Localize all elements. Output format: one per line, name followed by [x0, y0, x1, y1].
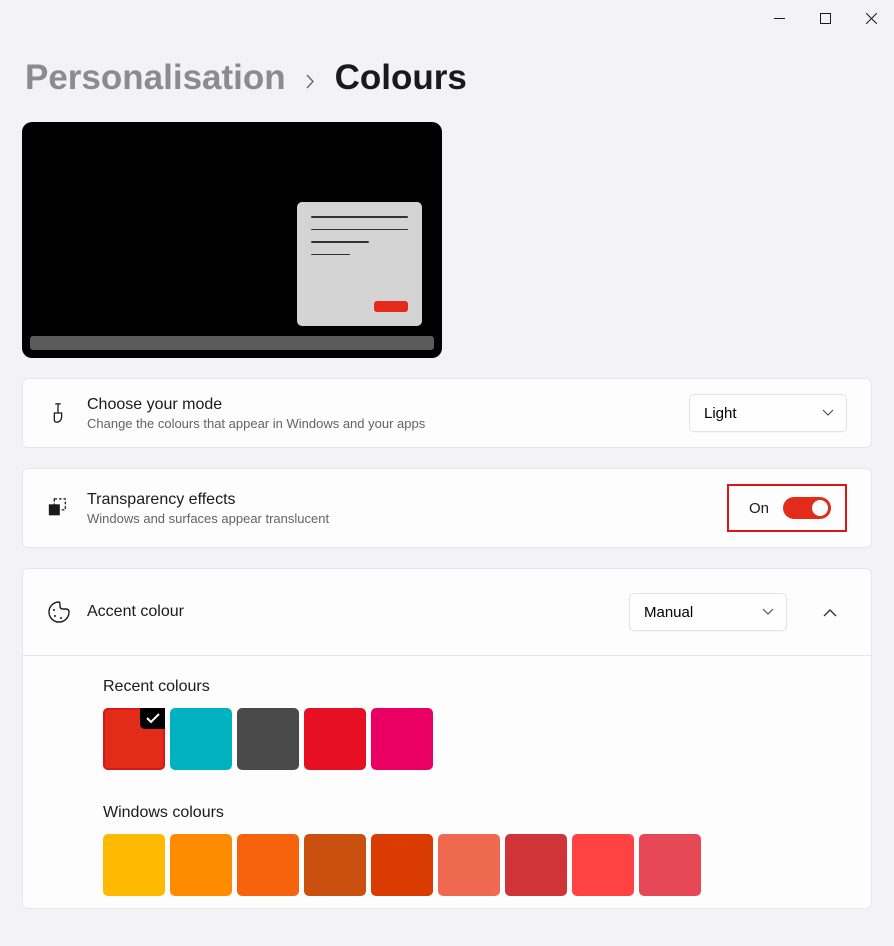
- minimize-icon: [774, 18, 785, 19]
- preview-accent-button: [374, 301, 408, 312]
- transparency-card: Transparency effects Windows and surface…: [22, 468, 872, 548]
- recent-swatch-1[interactable]: [170, 708, 232, 770]
- windows-swatch-6[interactable]: [505, 834, 567, 896]
- breadcrumb: Personalisation Colours: [25, 58, 894, 98]
- transparency-toggle[interactable]: [783, 497, 831, 519]
- choose-mode-title: Choose your mode: [87, 396, 689, 414]
- transparency-highlight: On: [727, 484, 847, 532]
- maximize-icon: [820, 13, 831, 24]
- windows-swatch-7[interactable]: [572, 834, 634, 896]
- chevron-down-icon: [822, 409, 834, 417]
- transparency-title: Transparency effects: [87, 491, 727, 509]
- collapse-button[interactable]: [813, 595, 847, 629]
- accent-title: Accent colour: [87, 603, 629, 621]
- transparency-icon: [47, 497, 69, 519]
- recent-swatch-0[interactable]: [103, 708, 165, 770]
- breadcrumb-parent[interactable]: Personalisation: [25, 58, 286, 98]
- windows-swatch-1[interactable]: [170, 834, 232, 896]
- windows-swatch-3[interactable]: [304, 834, 366, 896]
- maximize-button[interactable]: [802, 0, 848, 36]
- transparency-row[interactable]: Transparency effects Windows and surface…: [23, 469, 871, 547]
- brush-icon: [47, 402, 69, 424]
- preview-taskbar: [30, 336, 434, 350]
- window-controls: [756, 0, 894, 36]
- close-button[interactable]: [848, 0, 894, 36]
- mode-select[interactable]: Light: [689, 394, 847, 432]
- windows-swatch-4[interactable]: [371, 834, 433, 896]
- minimize-button[interactable]: [756, 0, 802, 36]
- choose-mode-card: Choose your mode Change the colours that…: [22, 378, 872, 448]
- recent-colours-title: Recent colours: [103, 678, 847, 696]
- windows-swatch-2[interactable]: [237, 834, 299, 896]
- accent-select[interactable]: Manual: [629, 593, 787, 631]
- recent-swatch-4[interactable]: [371, 708, 433, 770]
- chevron-down-icon: [762, 608, 774, 616]
- transparency-sub: Windows and surfaces appear translucent: [87, 511, 727, 526]
- windows-colours-section: Windows colours: [23, 782, 871, 908]
- choose-mode-sub: Change the colours that appear in Window…: [87, 416, 689, 431]
- recent-swatch-3[interactable]: [304, 708, 366, 770]
- transparency-state-label: On: [749, 500, 769, 517]
- chevron-up-icon: [823, 608, 837, 617]
- palette-icon: [47, 600, 71, 624]
- windows-swatch-5[interactable]: [438, 834, 500, 896]
- checkmark-icon: [140, 708, 165, 729]
- windows-colours-title: Windows colours: [103, 804, 847, 822]
- accent-card: Accent colour Manual Recent colours Wind…: [22, 568, 872, 909]
- choose-mode-row[interactable]: Choose your mode Change the colours that…: [23, 379, 871, 447]
- close-icon: [866, 13, 877, 24]
- preview-window: [297, 202, 422, 326]
- page-title: Colours: [335, 58, 467, 98]
- windows-swatch-8[interactable]: [639, 834, 701, 896]
- recent-swatch-2[interactable]: [237, 708, 299, 770]
- desktop-preview: [22, 122, 442, 358]
- mode-select-value: Light: [704, 405, 737, 422]
- accent-row[interactable]: Accent colour Manual: [23, 569, 871, 655]
- windows-swatch-0[interactable]: [103, 834, 165, 896]
- chevron-right-icon: [306, 74, 315, 89]
- accent-select-value: Manual: [644, 604, 693, 621]
- recent-colours-section: Recent colours: [23, 655, 871, 782]
